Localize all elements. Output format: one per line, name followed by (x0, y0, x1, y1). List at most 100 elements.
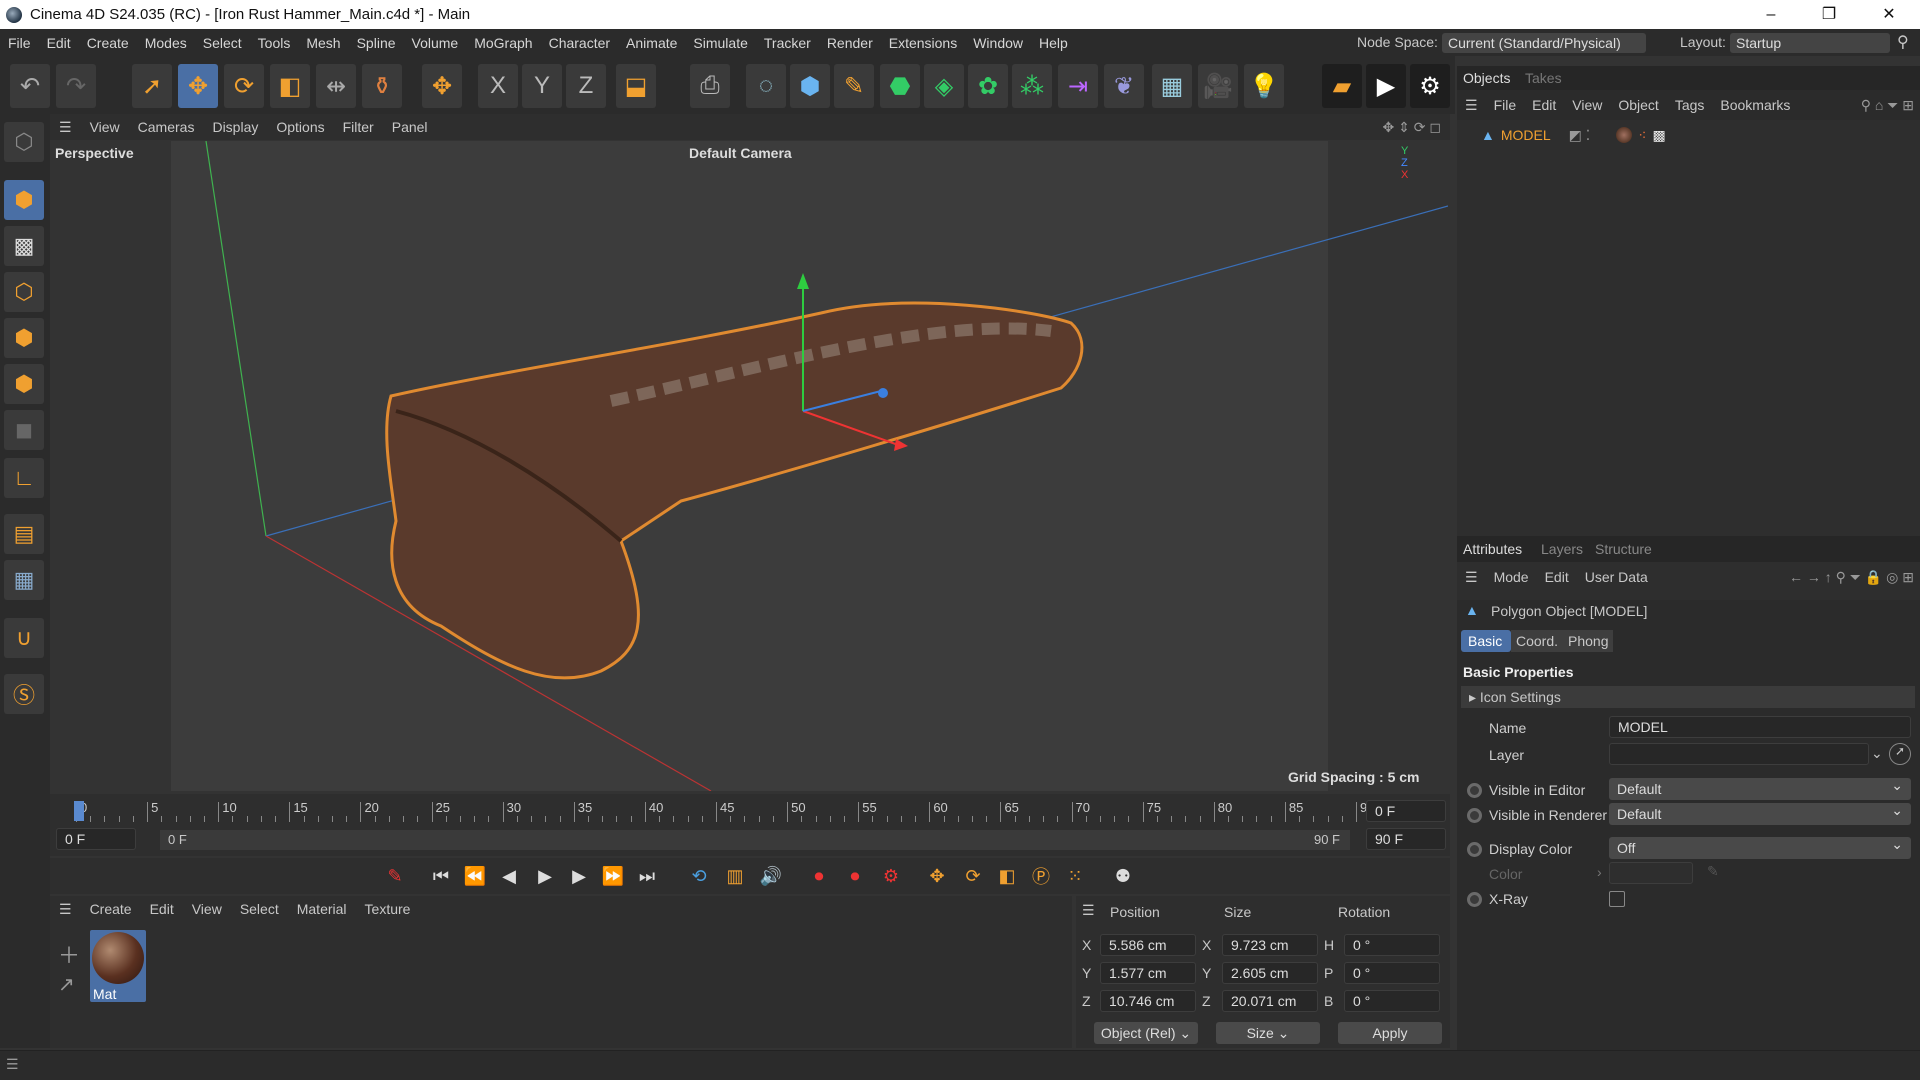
viewport-nav-icons[interactable]: ✥ ⇕ ⟳ ◻ (1374, 119, 1450, 136)
preview-range-bar[interactable]: 0 F 90 F (160, 830, 1350, 850)
render-picture-viewer-icon[interactable]: ▶ (1366, 64, 1406, 108)
transform-tool-icon[interactable]: ⇹ (316, 64, 356, 108)
visible-in-renderer-dropdown[interactable]: Default (1609, 799, 1911, 825)
animate-radio-icon[interactable] (1467, 842, 1482, 857)
layout-dropdown[interactable]: Startup (1730, 33, 1890, 53)
hamburger-icon[interactable]: ☰ (50, 901, 81, 918)
snap-icon[interactable]: ▤ (4, 514, 44, 554)
cube-object-icon[interactable]: ⬢ (790, 64, 830, 108)
undo-icon[interactable]: ↶ (10, 64, 50, 108)
subtab-phong[interactable]: Phong (1563, 630, 1613, 652)
search-icon[interactable]: ⚲ (1897, 32, 1909, 52)
menu-window[interactable]: Window (965, 35, 1031, 51)
axis-move-icon[interactable]: ✥ (422, 64, 462, 108)
minimize-button[interactable]: – (1742, 0, 1800, 29)
grid-icon[interactable]: ▦ (4, 560, 44, 600)
go-to-end-icon[interactable]: ⏭ (632, 862, 662, 890)
menu-file[interactable]: File (0, 35, 39, 51)
extrude-icon[interactable]: ◈ (924, 64, 964, 108)
display-color-dropdown[interactable]: Off (1609, 833, 1911, 859)
attributes-menu-mode[interactable]: Mode (1486, 569, 1537, 585)
subtab-coord[interactable]: Coord. (1511, 630, 1563, 652)
node-space-dropdown[interactable]: Current (Standard/Physical) (1442, 33, 1646, 53)
material-swatch[interactable]: Mat (90, 930, 146, 1002)
key-rotation-icon[interactable]: ⟳ (958, 862, 988, 890)
default-camera-label[interactable]: Default Camera (689, 145, 792, 161)
mograph-icon[interactable]: ⁂ (1012, 64, 1052, 108)
maximize-button[interactable]: ❐ (1800, 0, 1858, 29)
icon-settings-group[interactable]: ▸ Icon Settings (1461, 686, 1915, 708)
coordinate-system-icon[interactable]: ⬓ (616, 64, 656, 108)
sculpt-icon[interactable]: Ⓢ (4, 674, 44, 714)
viewport-menu-view[interactable]: View (81, 119, 129, 135)
material-tag-icon[interactable] (1616, 127, 1633, 143)
coord-rot-field[interactable]: 0 ° (1344, 990, 1440, 1012)
objects-menu-object[interactable]: Object (1610, 97, 1666, 113)
current-frame-field[interactable]: 0 F (1366, 800, 1446, 822)
key-scale-icon[interactable]: ◧ (992, 862, 1022, 890)
edges-mode-icon[interactable]: ⬢ (4, 318, 44, 358)
autokey-icon[interactable]: ⏺ (840, 862, 870, 890)
model-mode-icon[interactable]: ⬢ (4, 180, 44, 220)
menu-animate[interactable]: Animate (618, 35, 685, 51)
menu-simulate[interactable]: Simulate (685, 35, 755, 51)
next-key-icon[interactable]: ⏩ (598, 862, 628, 890)
menu-create[interactable]: Create (79, 35, 137, 51)
workplane-icon[interactable]: ∟ (4, 458, 44, 498)
size-mode-dropdown[interactable]: Size ⌄ (1216, 1022, 1320, 1044)
animate-radio-icon[interactable] (1467, 783, 1482, 798)
cloner-icon[interactable]: ✿ (968, 64, 1008, 108)
rotate-tool-icon[interactable]: ⟳ (224, 64, 264, 108)
animate-radio-icon[interactable] (1467, 808, 1482, 823)
next-frame-icon[interactable]: ▶ (564, 862, 594, 890)
coordinate-mode-dropdown[interactable]: Object (Rel) ⌄ (1094, 1022, 1198, 1044)
material-menu-select[interactable]: Select (231, 901, 288, 917)
hamburger-icon[interactable]: ☰ (1457, 97, 1486, 114)
record-keys-icon[interactable]: ⏺ (804, 862, 834, 890)
perspective-viewport[interactable]: Perspective Default Camera Grid Spacing … (51, 141, 1448, 791)
hamburger-icon[interactable]: ☰ (1082, 902, 1095, 919)
checker-tag-icon[interactable]: ▩ (1652, 127, 1665, 144)
play-icon[interactable]: ▶ (530, 862, 560, 890)
menu-help[interactable]: Help (1031, 35, 1076, 51)
go-to-start-icon[interactable]: ⏮ (426, 862, 456, 890)
move-tool-icon[interactable]: ✥ (178, 64, 218, 108)
start-frame-field[interactable]: 0 F (56, 828, 136, 850)
material-menu-view[interactable]: View (183, 901, 231, 917)
attributes-toolbar-icons[interactable]: ← → ↑ ⚲ ⏷ 🔒 ◎ ⊞ (1789, 569, 1920, 586)
apply-button[interactable]: Apply (1338, 1022, 1442, 1044)
viewport-menu-cameras[interactable]: Cameras (129, 119, 204, 135)
menu-volume[interactable]: Volume (404, 35, 467, 51)
objects-menu-bookmarks[interactable]: Bookmarks (1712, 97, 1798, 113)
key-pla-icon[interactable]: ⁙ (1060, 862, 1090, 890)
material-menu-create[interactable]: Create (81, 901, 141, 917)
tab-structure[interactable]: Structure (1595, 541, 1652, 557)
coord-rot-field[interactable]: 0 ° (1344, 934, 1440, 956)
xray-checkbox[interactable] (1609, 891, 1625, 907)
visible-in-editor-dropdown[interactable]: Default (1609, 774, 1911, 800)
objects-menu-file[interactable]: File (1486, 97, 1525, 113)
tag-icon[interactable]: ⁖ (1638, 127, 1646, 144)
menu-character[interactable]: Character (541, 35, 618, 51)
objects-menu-view[interactable]: View (1564, 97, 1610, 113)
add-icon[interactable]: ＋ (58, 938, 80, 970)
hamburger-icon[interactable]: ☰ (50, 119, 81, 136)
objects-menu-tags[interactable]: Tags (1667, 97, 1713, 113)
render-settings-icon[interactable]: ⚙ (1410, 64, 1450, 108)
subtab-basic[interactable]: Basic (1461, 630, 1511, 652)
live-selection-icon[interactable]: ⚱ (362, 64, 402, 108)
menu-edit[interactable]: Edit (39, 35, 79, 51)
make-editable-icon[interactable]: ⬡ (4, 122, 44, 162)
menu-modes[interactable]: Modes (137, 35, 195, 51)
objects-toolbar-icons[interactable]: ⚲ ⌂ ⏷ ⊞ (1861, 97, 1920, 114)
menu-render[interactable]: Render (819, 35, 881, 51)
viewport-menu-filter[interactable]: Filter (334, 119, 383, 135)
menu-extensions[interactable]: Extensions (881, 35, 965, 51)
hamburger-icon[interactable]: ☰ (6, 1056, 19, 1073)
layer-pick-icon[interactable]: ➚ (1889, 743, 1911, 765)
floor-icon[interactable]: ▦ (1152, 64, 1192, 108)
objects-menu-edit[interactable]: Edit (1524, 97, 1564, 113)
menu-tracker[interactable]: Tracker (756, 35, 819, 51)
keyframe-selection-icon[interactable]: ⚙ (876, 862, 906, 890)
subdivision-icon[interactable]: ⬣ (880, 64, 920, 108)
